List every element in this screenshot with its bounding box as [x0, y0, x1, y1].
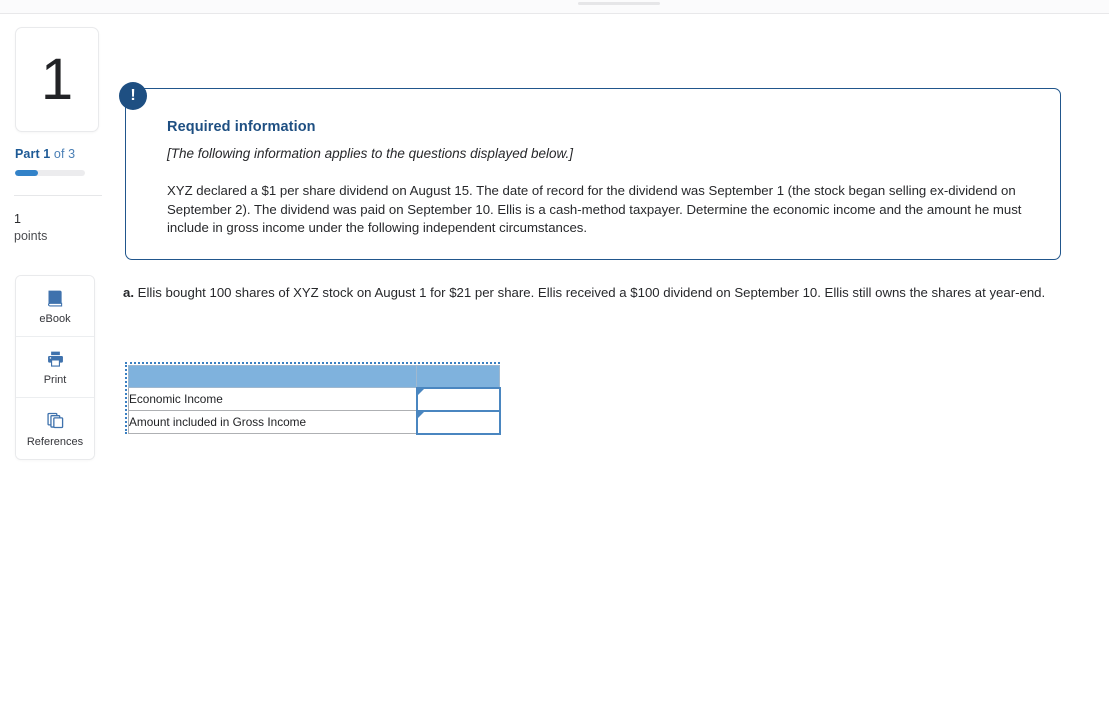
sidebar-divider [14, 195, 102, 196]
part-progress-fill [15, 170, 39, 176]
question-number-card: 1 [15, 27, 99, 132]
toolbar-stub [578, 2, 660, 5]
table-row: Economic Income [128, 386, 501, 412]
answer-table-container: Economic Income Amount included in Gross… [125, 362, 501, 435]
input-cell-economic-income[interactable] [415, 386, 501, 412]
question-number: 1 [40, 46, 74, 112]
print-label: Print [43, 374, 67, 386]
required-information-callout: Required information [The following info… [125, 88, 1061, 260]
part-indicator: Part 1 of 3 [15, 147, 110, 161]
question-page: 1 Part 1 of 3 1 points eBook Print Refer… [0, 0, 1109, 705]
table-row: Amount included in Gross Income [128, 409, 501, 435]
question-text: Ellis bought 100 shares of XYZ stock on … [134, 285, 1046, 300]
comment-flag-icon [417, 388, 424, 395]
question-prompt: a. Ellis bought 100 shares of XYZ stock … [123, 283, 1053, 302]
input-cell-gross-income[interactable] [415, 409, 501, 435]
sidebar-tool-stack: eBook Print References [15, 275, 95, 460]
row-label-economic-income: Economic Income [128, 387, 417, 411]
callout-body: XYZ declared a $1 per share dividend on … [167, 183, 1022, 235]
points-value: 1 [14, 212, 21, 226]
header-cell-value [416, 365, 500, 388]
exclamation-icon: ! [119, 82, 147, 110]
comment-flag-icon [417, 411, 424, 418]
answer-table: Economic Income Amount included in Gross… [128, 365, 501, 435]
question-marker: a. [123, 285, 134, 300]
points-label: points [14, 229, 48, 243]
callout-subtitle: [The following information applies to th… [167, 146, 573, 161]
part-current: Part 1 [15, 147, 51, 161]
top-toolbar [0, 0, 1109, 14]
row-label-gross-income: Amount included in Gross Income [128, 410, 417, 434]
part-total: of 3 [50, 147, 76, 161]
part-progress-bar [15, 170, 85, 176]
table-header-row [128, 365, 500, 388]
printer-icon [45, 348, 66, 370]
ebook-button[interactable]: eBook [16, 276, 94, 337]
references-icon [45, 410, 66, 432]
question-sidebar: 1 Part 1 of 3 1 points eBook Print Refer… [0, 14, 118, 705]
callout-title: Required information [167, 119, 316, 135]
print-button[interactable]: Print [16, 337, 94, 398]
references-label: References [26, 435, 84, 448]
ebook-icon [45, 287, 66, 309]
header-cell-label [128, 365, 417, 388]
references-button[interactable]: References [16, 398, 94, 459]
ebook-label: eBook [39, 313, 71, 325]
